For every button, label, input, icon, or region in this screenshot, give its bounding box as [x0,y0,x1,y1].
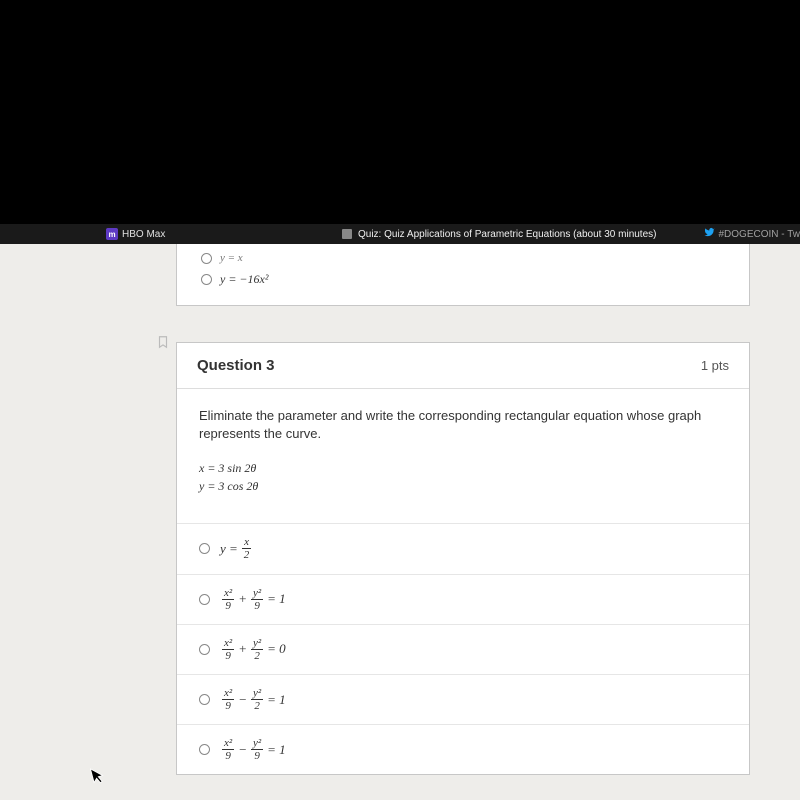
tab-quiz-active[interactable]: Quiz: Quiz Applications of Parametric Eq… [342,229,656,240]
radio-icon[interactable] [201,274,212,285]
question-given: x = 3 sin 2θ y = 3 cos 2θ [199,459,727,495]
option-d[interactable]: x²9 − y²2 = 1 [177,674,749,724]
tab-hbo-label: HBO Max [122,229,165,240]
prev-option-visible[interactable]: y = −16x² [201,268,725,291]
radio-icon[interactable] [199,594,210,605]
option-b-math: x²9 + y²9 = 1 [220,587,286,612]
quiz-content-area: y = x y = −16x² Question 3 1 pts Elimina… [0,244,800,800]
option-c-math: x²9 + y²2 = 0 [220,637,286,662]
question-stem: Eliminate the parameter and write the co… [199,407,727,443]
quiz-tab-icon [342,229,352,239]
option-a[interactable]: y = x2 [177,523,749,573]
hbo-max-icon: m [106,228,118,240]
tab-dogecoin[interactable]: #DOGECOIN - Tw [704,227,800,241]
radio-icon[interactable] [199,644,210,655]
option-c[interactable]: x²9 + y²2 = 0 [177,624,749,674]
option-e[interactable]: x²9 − y²9 = 1 [177,724,749,774]
radio-icon[interactable] [199,543,210,554]
question-points: 1 pts [701,358,729,373]
radio-icon[interactable] [199,694,210,705]
question-body: Eliminate the parameter and write the co… [177,389,749,523]
prev-option-cutoff[interactable]: y = x [201,248,725,268]
option-b[interactable]: x²9 + y²9 = 1 [177,574,749,624]
browser-tab-bar: m HBO Max Quiz: Quiz Applications of Par… [0,224,800,244]
bookmark-icon[interactable] [156,334,170,350]
given-line-1: x = 3 sin 2θ [199,459,727,477]
question-header: Question 3 1 pts [177,343,749,389]
radio-icon[interactable] [199,744,210,755]
tab-dogecoin-label: #DOGECOIN - Tw [719,229,800,240]
given-line-2: y = 3 cos 2θ [199,477,727,495]
twitter-icon [704,227,715,241]
tab-hbo-max[interactable]: m HBO Max [0,228,181,240]
tab-quiz-label: Quiz: Quiz Applications of Parametric Eq… [358,229,656,240]
prev-option-cut-text: y = x [220,252,243,264]
mouse-cursor-icon [89,765,108,791]
question-title: Question 3 [197,357,275,374]
prev-option-text: y = −16x² [220,272,268,287]
option-d-math: x²9 − y²2 = 1 [220,687,286,712]
question-3-card: Question 3 1 pts Eliminate the parameter… [176,342,750,775]
option-a-math: y = x2 [220,536,253,561]
radio-icon[interactable] [201,253,212,264]
screen-black-area [0,0,800,224]
previous-question-card: y = x y = −16x² [176,244,750,306]
option-e-math: x²9 − y²9 = 1 [220,737,286,762]
